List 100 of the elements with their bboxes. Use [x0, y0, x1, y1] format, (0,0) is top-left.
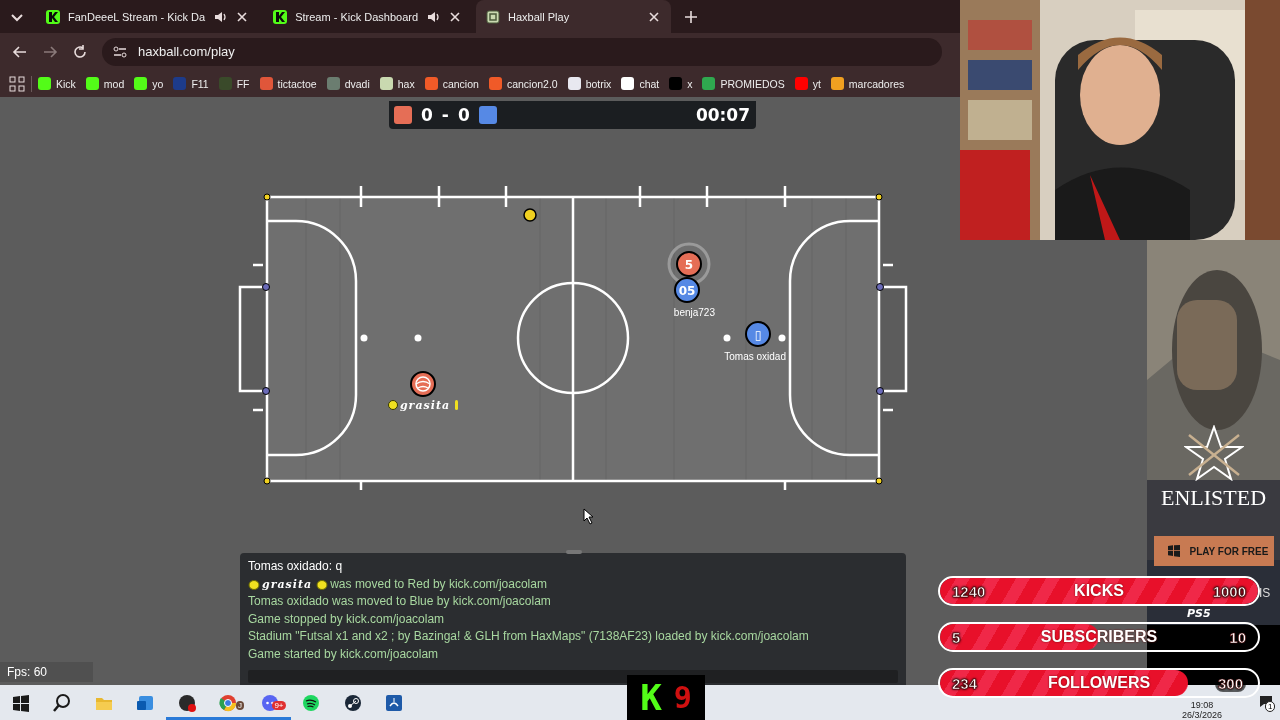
badge: J	[236, 701, 244, 710]
system-message: Stadium "Futsal x1 and x2 ; by Bazinga! & GLH from HaxMaps" (7138AF23) loaded by kick.com/joacolam	[248, 628, 810, 646]
corner-post	[263, 477, 271, 485]
bookmark[interactable]: F11	[173, 77, 209, 90]
player-number: 05	[678, 283, 696, 298]
corner-post	[875, 477, 883, 485]
score-text: 0	[421, 105, 433, 125]
corner-post	[875, 193, 883, 201]
player-name: grasita	[262, 577, 313, 591]
bookmark[interactable]: botrix	[567, 77, 612, 90]
emblem-icon	[1183, 425, 1244, 481]
bookmark[interactable]: hax	[379, 77, 415, 90]
bookmark[interactable]: Kick	[38, 77, 76, 90]
goal-current: 234	[952, 674, 978, 692]
windows-logo-icon	[1167, 545, 1180, 557]
apps-icon[interactable]	[9, 75, 25, 92]
chat-message: Tomas oxidado: q	[248, 558, 344, 575]
system-message: Tomas oxidado was moved to Blue by kick.com/joacolam	[248, 593, 552, 611]
player-number: 5	[684, 257, 694, 272]
speaker-icon[interactable]	[426, 9, 441, 24]
lemon-icon	[455, 400, 458, 410]
windows-logo-icon	[10, 692, 31, 713]
new-tab-icon[interactable]	[683, 8, 700, 25]
site-icon	[46, 9, 60, 24]
platform-text: PS5	[1187, 607, 1211, 620]
player-name: benja723	[673, 307, 715, 318]
goal-label: FOLLOWERS	[1047, 674, 1151, 692]
clock-date: 26/3/2026	[1181, 709, 1222, 720]
goal-post	[262, 387, 270, 395]
steam-icon	[342, 692, 363, 713]
notification-count: 1	[1265, 700, 1276, 712]
controller-icon	[384, 692, 405, 713]
browser-icon	[218, 692, 239, 713]
close-icon[interactable]	[235, 9, 250, 24]
goal-label: KICKS	[1074, 582, 1124, 600]
record-icon	[176, 692, 197, 713]
player-name: Tomas oxidad	[724, 351, 786, 362]
goal-post	[262, 283, 270, 291]
counter-logo: K	[640, 677, 662, 718]
close-icon[interactable]	[647, 9, 662, 24]
speaker-icon[interactable]	[213, 9, 228, 24]
bookmark[interactable]: marcadores	[830, 77, 905, 90]
bookmark[interactable]: FF	[218, 77, 250, 90]
fps-counter: Fps: 60	[0, 662, 93, 682]
browser-tab[interactable]: FanDeeeL Stream - Kick Da	[36, 0, 260, 33]
bookmark[interactable]: yo	[134, 77, 164, 90]
lemon-icon	[248, 577, 260, 591]
goal-target: 1000	[1212, 582, 1246, 600]
system-message: Game started by kick.com/joacolam	[248, 645, 440, 663]
bookmark[interactable]: dvadi	[326, 77, 370, 90]
site-icon	[273, 9, 288, 24]
goal-post	[876, 283, 884, 291]
ball	[523, 208, 537, 222]
chat-input[interactable]	[248, 669, 898, 683]
kickoff-spot	[414, 334, 422, 342]
site-info-icon[interactable]	[112, 43, 128, 60]
kickoff-spot	[360, 334, 368, 342]
goal-target: 10	[1229, 628, 1246, 646]
bookmark[interactable]: cancion2.0	[488, 77, 558, 90]
cursor-icon	[583, 508, 594, 525]
goal-post	[876, 387, 884, 395]
lemon-icon	[316, 577, 329, 591]
ball-icon	[415, 376, 431, 392]
player-number: ▯	[754, 327, 762, 342]
corner-post	[263, 193, 271, 201]
player-name: grasita	[399, 399, 451, 412]
search-icon	[52, 692, 73, 713]
bookmark[interactable]: chat	[621, 77, 660, 90]
close-icon[interactable]	[448, 9, 463, 24]
goal-current: 5	[952, 628, 961, 646]
score-separator: -	[441, 105, 449, 125]
taskbar-app[interactable]: J	[207, 685, 249, 720]
badge: 9+	[272, 701, 286, 710]
forward-icon	[42, 43, 58, 60]
taskbar-app[interactable]: 9+	[249, 685, 291, 720]
system-message: Game stopped by kick.com/joacolam	[248, 610, 446, 628]
address-field[interactable]: haxball.com/play	[102, 37, 942, 66]
play-button[interactable]: PLAY FOR FREE	[1153, 536, 1274, 566]
browser-tab[interactable]: Haxball Play	[476, 0, 672, 33]
counter-value: 9	[673, 680, 692, 715]
bookmark[interactable]: yt	[794, 77, 821, 90]
ad-text: IS	[1259, 586, 1271, 600]
bookmark[interactable]: cancion	[424, 77, 479, 90]
bookmark[interactable]: mod	[85, 77, 125, 90]
ad-title: ENLISTED	[1160, 485, 1267, 511]
bookmark[interactable]: tictactoe	[259, 77, 317, 90]
back-icon[interactable]	[12, 43, 28, 60]
lemon-icon	[388, 400, 398, 410]
music-app-icon	[301, 692, 322, 713]
bookmark[interactable]: PROMIEDOS	[702, 77, 785, 90]
clock-time: 19:08	[1190, 699, 1214, 710]
bookmark[interactable]: x	[669, 77, 693, 90]
site-icon	[486, 9, 501, 24]
reload-icon[interactable]	[72, 43, 88, 60]
match-timer: 00:07	[695, 105, 750, 125]
kickoff-spot	[723, 334, 731, 342]
browser-tab[interactable]: Stream - Kick Dashboard	[263, 0, 473, 33]
score-text: 0	[457, 105, 470, 125]
chat-message: was moved to Red by kick.com/joacolam	[330, 575, 547, 593]
kickoff-spot	[778, 334, 786, 342]
